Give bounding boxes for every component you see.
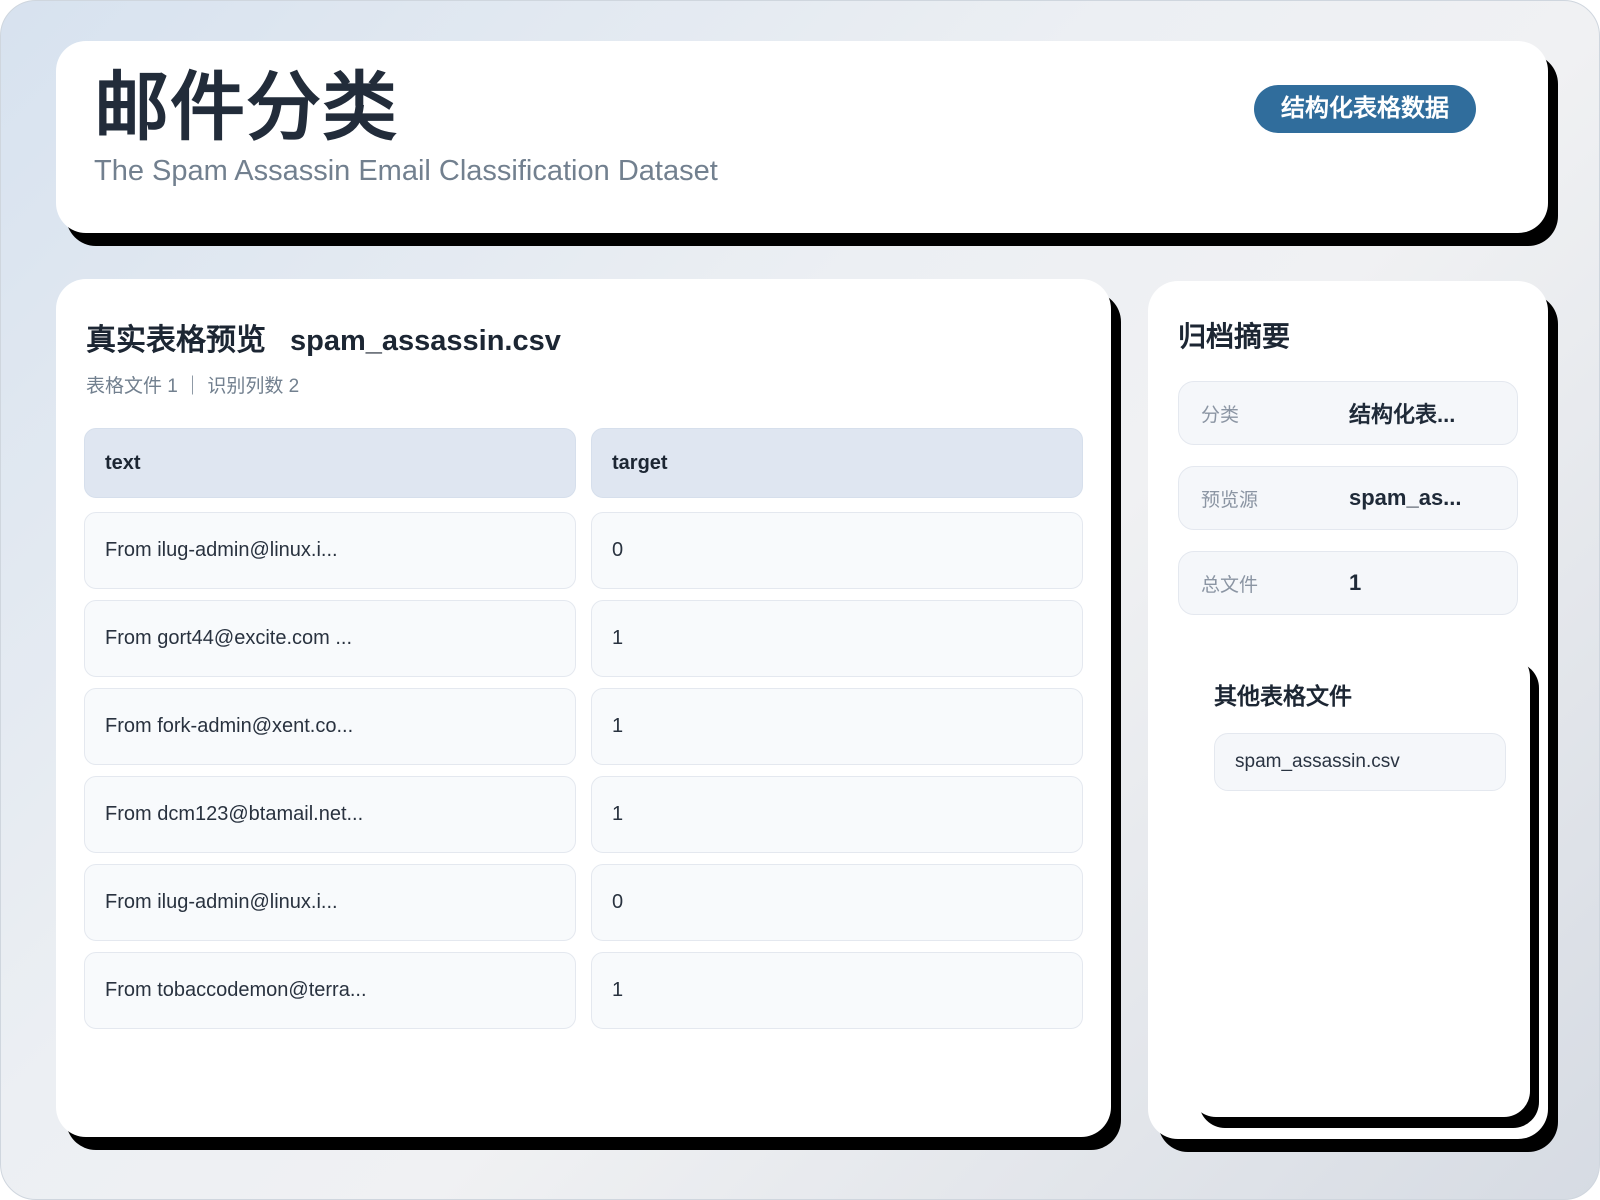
other-files-card: 其他表格文件 spam_assassin.csv <box>1190 651 1530 1117</box>
preview-meta: 表格文件 1 ｜ 识别列数 2 <box>86 376 300 397</box>
table-cell-target: 1 <box>591 952 1083 1029</box>
table-cell-text: From gort44@excite.com ... <box>84 600 576 677</box>
table-cell-text: From ilug-admin@linux.i... <box>84 864 576 941</box>
table-cell-target: 1 <box>591 688 1083 765</box>
summary-item-label: 预览源 <box>1201 489 1259 511</box>
header-card: 结构化表格数据 邮件分类 The Spam Assassin Email Cla… <box>56 41 1548 233</box>
table-cell-target: 0 <box>591 512 1083 589</box>
column-header-text: text <box>84 428 576 498</box>
table-cell-text: From dcm123@btamail.net... <box>84 776 576 853</box>
other-files-title: 其他表格文件 <box>1214 683 1352 709</box>
column-header-target: target <box>591 428 1083 498</box>
archive-summary-card: 归档摘要 分类 结构化表... 预览源 spam_as... 总文件 1 其他表… <box>1148 281 1548 1139</box>
table-cell-target: 1 <box>591 600 1083 677</box>
file-item[interactable]: spam_assassin.csv <box>1214 733 1506 791</box>
summary-item-category: 分类 结构化表... <box>1178 381 1518 445</box>
category-badge: 结构化表格数据 <box>1254 85 1476 133</box>
table-cell-target: 1 <box>591 776 1083 853</box>
preview-title: 真实表格预览 <box>86 324 266 357</box>
summary-item-label: 总文件 <box>1201 574 1259 596</box>
preview-filename: spam_assassin.csv <box>290 325 561 357</box>
table-cell-text: From ilug-admin@linux.i... <box>84 512 576 589</box>
table-cell-text: From fork-admin@xent.co... <box>84 688 576 765</box>
summary-title: 归档摘要 <box>1178 321 1291 352</box>
summary-item-value: 1 <box>1349 570 1362 595</box>
table-preview-card: 真实表格预览 spam_assassin.csv 表格文件 1 ｜ 识别列数 2… <box>56 279 1111 1137</box>
summary-item-value: 结构化表... <box>1349 402 1456 427</box>
app-background: 结构化表格数据 邮件分类 The Spam Assassin Email Cla… <box>0 0 1600 1200</box>
summary-item-value: spam_as... <box>1349 485 1462 510</box>
summary-item-total-files: 总文件 1 <box>1178 551 1518 615</box>
page-subtitle: The Spam Assassin Email Classification D… <box>94 155 718 187</box>
table-cell-text: From tobaccodemon@terra... <box>84 952 576 1029</box>
summary-item-preview-source: 预览源 spam_as... <box>1178 466 1518 530</box>
summary-item-label: 分类 <box>1201 404 1240 426</box>
data-table: text target From ilug-admin@linux.i... 0… <box>84 428 1083 1029</box>
preview-title-row: 真实表格预览 spam_assassin.csv <box>84 315 1083 359</box>
table-cell-target: 0 <box>591 864 1083 941</box>
